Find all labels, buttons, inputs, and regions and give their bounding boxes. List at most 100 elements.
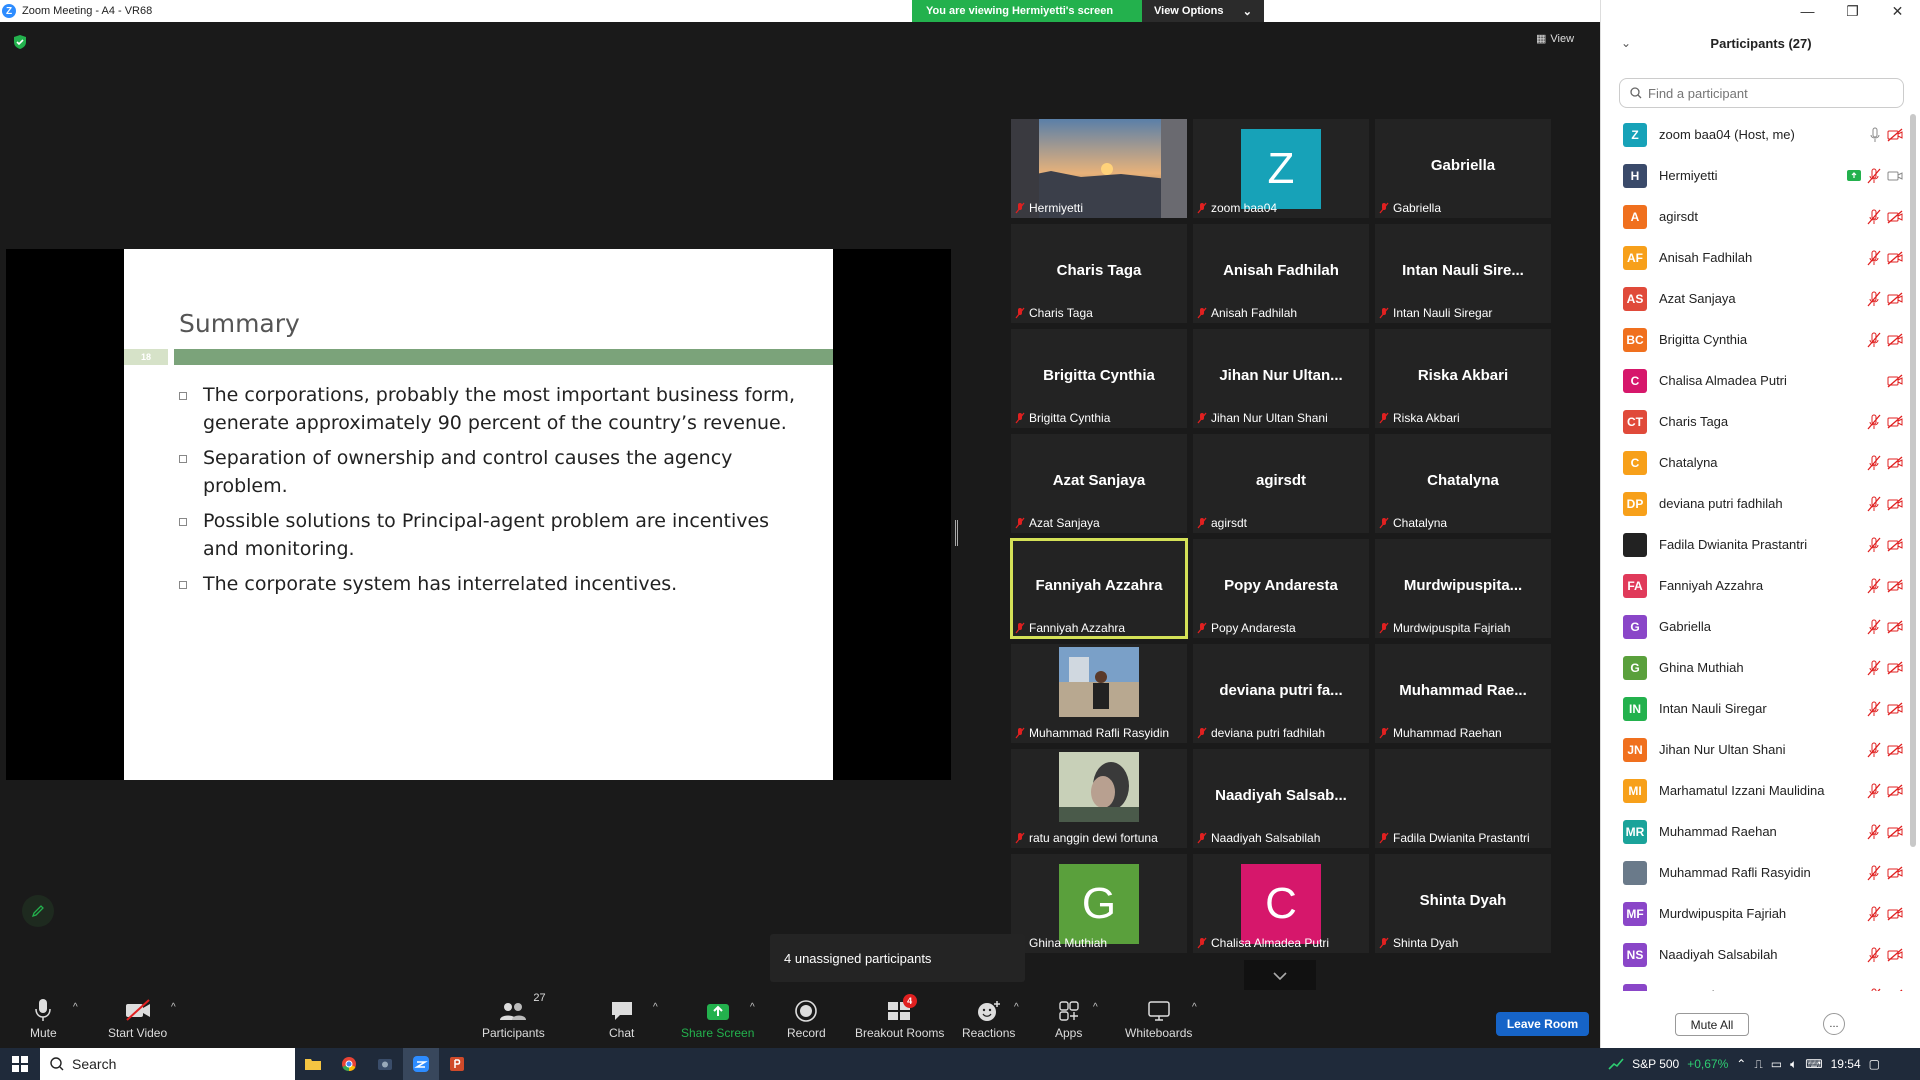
participant-row[interactable]: AS Azat Sanjaya (1601, 278, 1907, 319)
muted-mic-icon[interactable] (1867, 742, 1881, 758)
zoom-app[interactable] (403, 1048, 439, 1080)
video-off-icon[interactable] (1887, 989, 1903, 992)
video-tile[interactable]: Fanniyah Azzahra Fanniyah Azzahra (1010, 538, 1188, 639)
muted-mic-icon[interactable] (1867, 250, 1881, 266)
video-tile[interactable]: Popy Andaresta Popy Andaresta (1193, 539, 1369, 638)
tray-overflow-icon[interactable]: ⌃ (1736, 1057, 1746, 1071)
view-options-button[interactable]: View Options ⌄ (1142, 0, 1264, 22)
video-off-icon[interactable] (1887, 497, 1903, 511)
mute-button[interactable]: Mute (30, 992, 57, 1040)
mute-options-caret[interactable]: ^ (73, 1002, 78, 1013)
more-options-button[interactable]: ... (1823, 1013, 1845, 1035)
video-tile[interactable]: Shinta Dyah Shinta Dyah (1375, 854, 1551, 953)
participants-button[interactable]: 27 Participants (482, 992, 546, 1040)
video-tile[interactable]: ratu anggin dewi fortuna (1011, 749, 1187, 848)
breakout-rooms-button[interactable]: 4 Breakout Rooms (855, 992, 944, 1040)
leave-room-button[interactable]: Leave Room (1496, 1012, 1589, 1036)
muted-mic-icon[interactable] (1867, 701, 1881, 717)
video-tile[interactable]: Muhammad Rae... Muhammad Raehan (1375, 644, 1551, 743)
video-off-icon[interactable] (1887, 333, 1903, 347)
file-explorer-app[interactable] (295, 1048, 331, 1080)
participant-row[interactable]: C Chalisa Almadea Putri (1601, 360, 1907, 401)
video-off-icon[interactable] (1887, 702, 1903, 716)
video-off-icon[interactable] (1887, 456, 1903, 470)
split-resize-handle[interactable] (955, 520, 958, 546)
whiteboards-button[interactable]: Whiteboards (1125, 992, 1192, 1040)
participant-row[interactable]: FA Fanniyah Azzahra (1601, 565, 1907, 606)
video-off-icon[interactable] (1887, 579, 1903, 593)
participant-row[interactable]: PA Popy Andaresta (1601, 975, 1907, 991)
muted-mic-icon[interactable] (1867, 537, 1881, 553)
participant-row[interactable]: G Ghina Muthiah (1601, 647, 1907, 688)
chat-button[interactable]: Chat (609, 992, 634, 1040)
apps-button[interactable]: Apps (1055, 992, 1082, 1040)
powerpoint-app[interactable] (439, 1048, 475, 1080)
participant-row[interactable]: Zzoom baa04 (Host, me) (1601, 114, 1907, 155)
video-tile[interactable]: Jihan Nur Ultan... Jihan Nur Ultan Shani (1193, 329, 1369, 428)
video-tile[interactable]: Naadiyah Salsab... Naadiyah Salsabilah (1193, 749, 1369, 848)
video-off-icon[interactable] (1887, 538, 1903, 552)
video-tile[interactable]: Muhammad Rafli Rasyidin (1011, 644, 1187, 743)
participant-search[interactable] (1619, 78, 1904, 108)
muted-mic-icon[interactable] (1867, 824, 1881, 840)
muted-mic-icon[interactable] (1867, 988, 1881, 992)
reactions-options-caret[interactable]: ^ (1014, 1002, 1019, 1013)
muted-mic-icon[interactable] (1867, 660, 1881, 676)
participant-row[interactable]: IN Intan Nauli Siregar (1601, 688, 1907, 729)
participant-search-input[interactable] (1648, 85, 1888, 101)
video-tile[interactable]: Chatalyna Chatalyna (1375, 434, 1551, 533)
participant-row[interactable]: MR Muhammad Raehan (1601, 811, 1907, 852)
muted-mic-icon[interactable] (1867, 332, 1881, 348)
video-tile[interactable]: G Ghina Muthiah (1011, 854, 1187, 953)
video-options-caret[interactable]: ^ (171, 1002, 176, 1013)
video-tile[interactable]: Charis Taga Charis Taga (1011, 224, 1187, 323)
whiteboards-options-caret[interactable]: ^ (1192, 1002, 1197, 1013)
view-button[interactable]: ▦ View (1536, 32, 1574, 46)
participant-row[interactable]: AF Anisah Fadhilah (1601, 237, 1907, 278)
taskbar-search[interactable]: Search (40, 1048, 295, 1080)
video-tile[interactable]: Zzoom baa04 (1193, 119, 1369, 218)
chat-options-caret[interactable]: ^ (653, 1002, 658, 1013)
participant-row[interactable]: Fadila Dwianita Prastantri (1601, 524, 1907, 565)
video-off-icon[interactable] (1887, 907, 1903, 921)
network-icon[interactable]: ▭ (1771, 1057, 1782, 1071)
muted-mic-icon[interactable] (1867, 455, 1881, 471)
keyboard-icon[interactable]: ⌨︎ (1805, 1057, 1822, 1071)
video-off-icon[interactable] (1887, 292, 1903, 306)
video-tile[interactable]: C Chalisa Almadea Putri (1193, 854, 1369, 953)
restore-icon[interactable]: ❐ (1830, 0, 1875, 22)
participant-row[interactable]: MF Murdwipuspita Fajriah (1601, 893, 1907, 934)
video-off-icon[interactable] (1887, 128, 1903, 142)
clock[interactable]: 19:54 (1831, 1057, 1861, 1071)
muted-mic-icon[interactable] (1867, 906, 1881, 922)
participant-row[interactable]: NS Naadiyah Salsabilah (1601, 934, 1907, 975)
video-tile[interactable]: Intan Nauli Sire... Intan Nauli Siregar (1375, 224, 1551, 323)
video-off-icon[interactable] (1887, 661, 1903, 675)
mute-all-button[interactable]: Mute All (1675, 1013, 1749, 1036)
video-tile[interactable]: Riska Akbari Riska Akbari (1375, 329, 1551, 428)
video-off-icon[interactable] (1887, 784, 1903, 798)
video-off-icon[interactable] (1887, 374, 1903, 388)
camera-app[interactable] (367, 1048, 403, 1080)
chrome-app[interactable] (331, 1048, 367, 1080)
microphone-icon[interactable] (1869, 127, 1881, 143)
close-icon[interactable]: ✕ (1875, 0, 1920, 22)
muted-mic-icon[interactable] (1867, 291, 1881, 307)
video-off-icon[interactable] (1887, 251, 1903, 265)
reactions-button[interactable]: Reactions (962, 992, 1015, 1040)
minimize-icon[interactable]: — (1785, 0, 1830, 22)
participant-row[interactable]: G Gabriella (1601, 606, 1907, 647)
share-screen-button[interactable]: Share Screen (681, 992, 754, 1040)
video-off-icon[interactable] (1887, 743, 1903, 757)
video-tile[interactable]: Brigitta Cynthia Brigitta Cynthia (1011, 329, 1187, 428)
video-off-icon[interactable] (1887, 620, 1903, 634)
video-tile[interactable]: Murdwipuspita... Murdwipuspita Fajriah (1375, 539, 1551, 638)
record-button[interactable]: Record (787, 992, 826, 1040)
participant-row[interactable]: BC Brigitta Cynthia (1601, 319, 1907, 360)
video-tile[interactable]: agirsdt agirsdt (1193, 434, 1369, 533)
participant-row[interactable]: JN Jihan Nur Ultan Shani (1601, 729, 1907, 770)
video-tile[interactable]: Gabriella Gabriella (1375, 119, 1551, 218)
video-off-icon[interactable] (1887, 415, 1903, 429)
muted-mic-icon[interactable] (1867, 947, 1881, 963)
start-button[interactable] (0, 1048, 40, 1080)
